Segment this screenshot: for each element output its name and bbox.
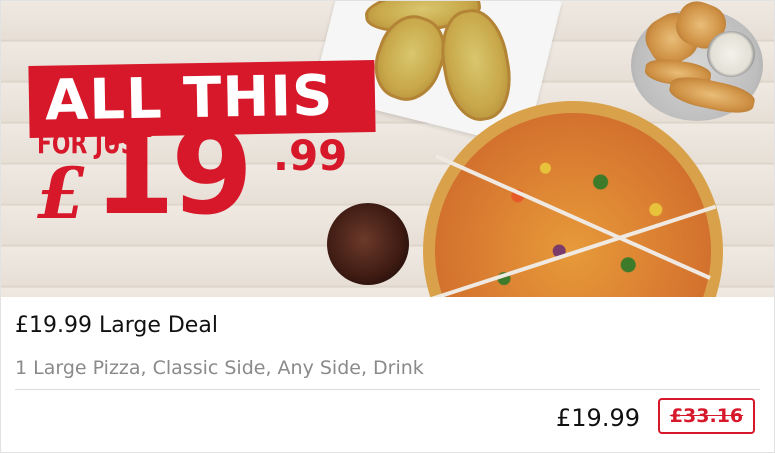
pizza-toppings <box>435 113 711 297</box>
drink-glass <box>327 203 409 285</box>
deal-title[interactable]: £19.99 Large Deal <box>15 311 218 341</box>
banner-price-whole: 19 <box>93 103 253 241</box>
currency-symbol: £ <box>37 152 86 235</box>
deal-card[interactable]: ALL THIS FOR JUST £ 19 .99 £19.99 Large … <box>0 0 775 453</box>
deal-price: £19.99 <box>556 404 640 432</box>
divider <box>15 389 760 390</box>
dip-pot <box>707 31 755 77</box>
banner-price-pennies: .99 <box>273 131 348 180</box>
deal-banner-image[interactable]: ALL THIS FOR JUST £ 19 .99 <box>1 1 774 297</box>
deal-description: 1 Large Pizza, Classic Side, Any Side, D… <box>15 357 424 379</box>
was-price-badge: £33.16 <box>658 398 755 434</box>
